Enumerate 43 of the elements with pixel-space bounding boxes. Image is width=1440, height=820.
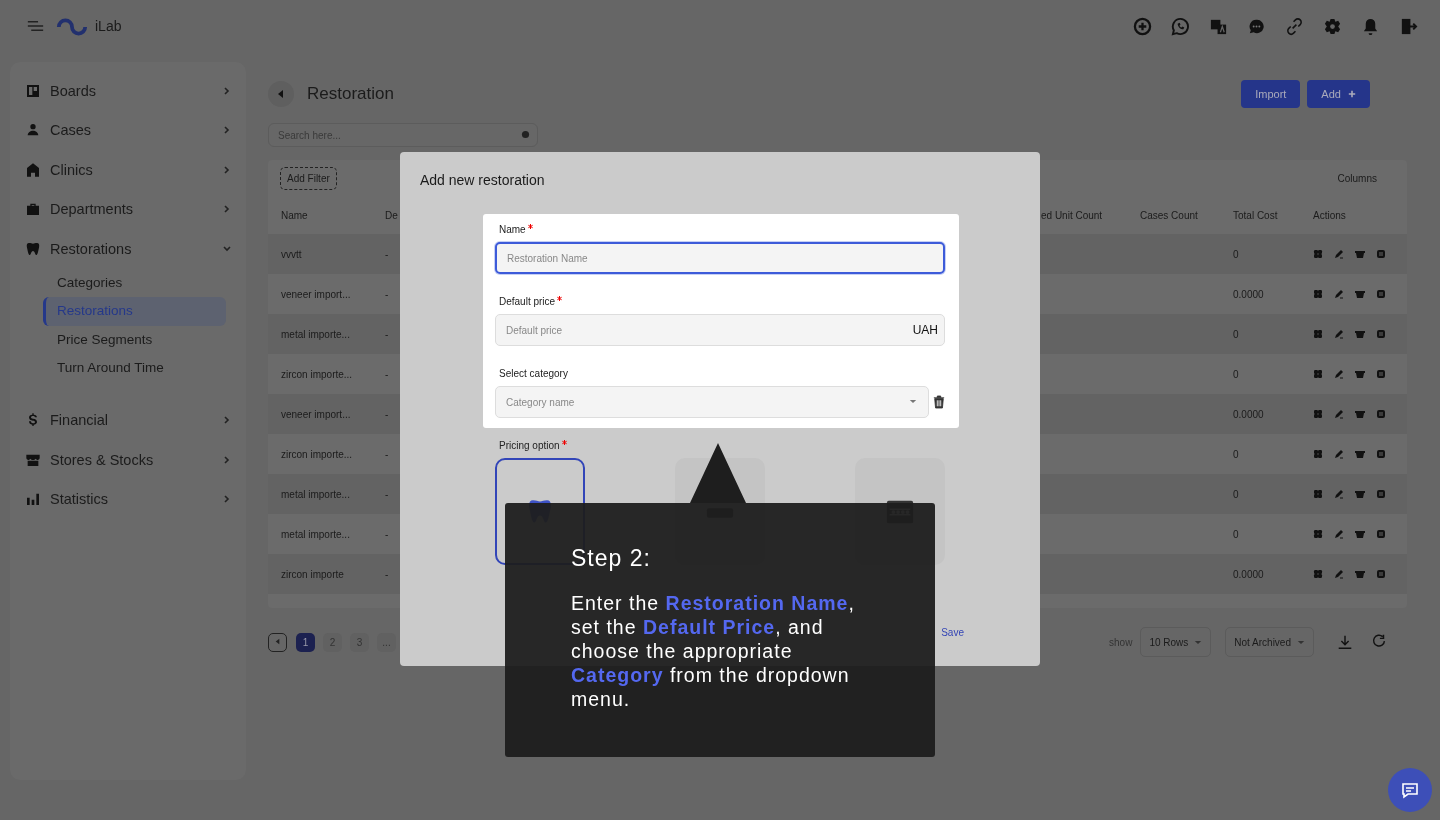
table-cell-text: 0: [1233, 328, 1240, 340]
field-label: Default price: [499, 296, 556, 307]
table-cell-text: 0: [1233, 448, 1240, 460]
table-cell-text: 0: [1233, 528, 1240, 540]
table-cell: -: [385, 288, 389, 300]
table-cell-text: metal importe...: [281, 328, 351, 340]
table-cell-text: zircon importe...: [281, 448, 354, 460]
table-cell-text: 0.0000: [1233, 288, 1265, 300]
column-header: Total Cost: [1233, 209, 1279, 221]
column-header: Name: [281, 209, 309, 221]
table-cell-text: 0.0000: [1233, 408, 1265, 420]
field-label: Name: [499, 224, 526, 235]
table-cell-text: 0: [1233, 488, 1240, 500]
table-cell-text: veneer import...: [281, 288, 352, 300]
page-title: Restoration: [307, 84, 394, 104]
field-label: Select category: [499, 368, 568, 379]
table-cell: -: [385, 488, 389, 500]
table-cell-text: zircon importe: [281, 568, 345, 580]
table-cell-text: 0.0000: [1233, 568, 1265, 580]
modal-title: Add new restoration: [419, 172, 546, 190]
table-cell: -: [385, 568, 389, 580]
column-header: De: [385, 209, 399, 221]
table-cell-text: metal importe...: [281, 528, 351, 540]
column-header: Actions: [1313, 209, 1347, 221]
table-cell: -: [385, 248, 389, 260]
table-cell: -: [385, 328, 389, 340]
currency-label: UAH: [912, 323, 938, 337]
tooltip-text: Enter the Restoration Name, set the Default Price, and choose the appropriate Category from the dropdown menu.: [571, 591, 856, 711]
table-cell-text: veneer import...: [281, 408, 352, 420]
table-cell-text: vvvtt: [281, 248, 303, 260]
brand-name: iLab: [95, 18, 122, 34]
column-header: Cases Count: [1140, 209, 1199, 221]
tooltip-title: Step 2:: [571, 545, 652, 572]
table-cell: -: [385, 528, 389, 540]
table-cell: -: [385, 408, 389, 420]
table-cell: -: [385, 448, 389, 460]
table-cell: -: [385, 368, 389, 380]
table-cell-text: 0: [1233, 248, 1240, 260]
field-label: Pricing option: [499, 440, 560, 451]
table-cell-text: metal importe...: [281, 488, 351, 500]
table-cell-text: zircon importe...: [281, 368, 354, 380]
table-cell-text: 0: [1233, 368, 1240, 380]
column-header: ed Unit Count: [1041, 209, 1104, 221]
